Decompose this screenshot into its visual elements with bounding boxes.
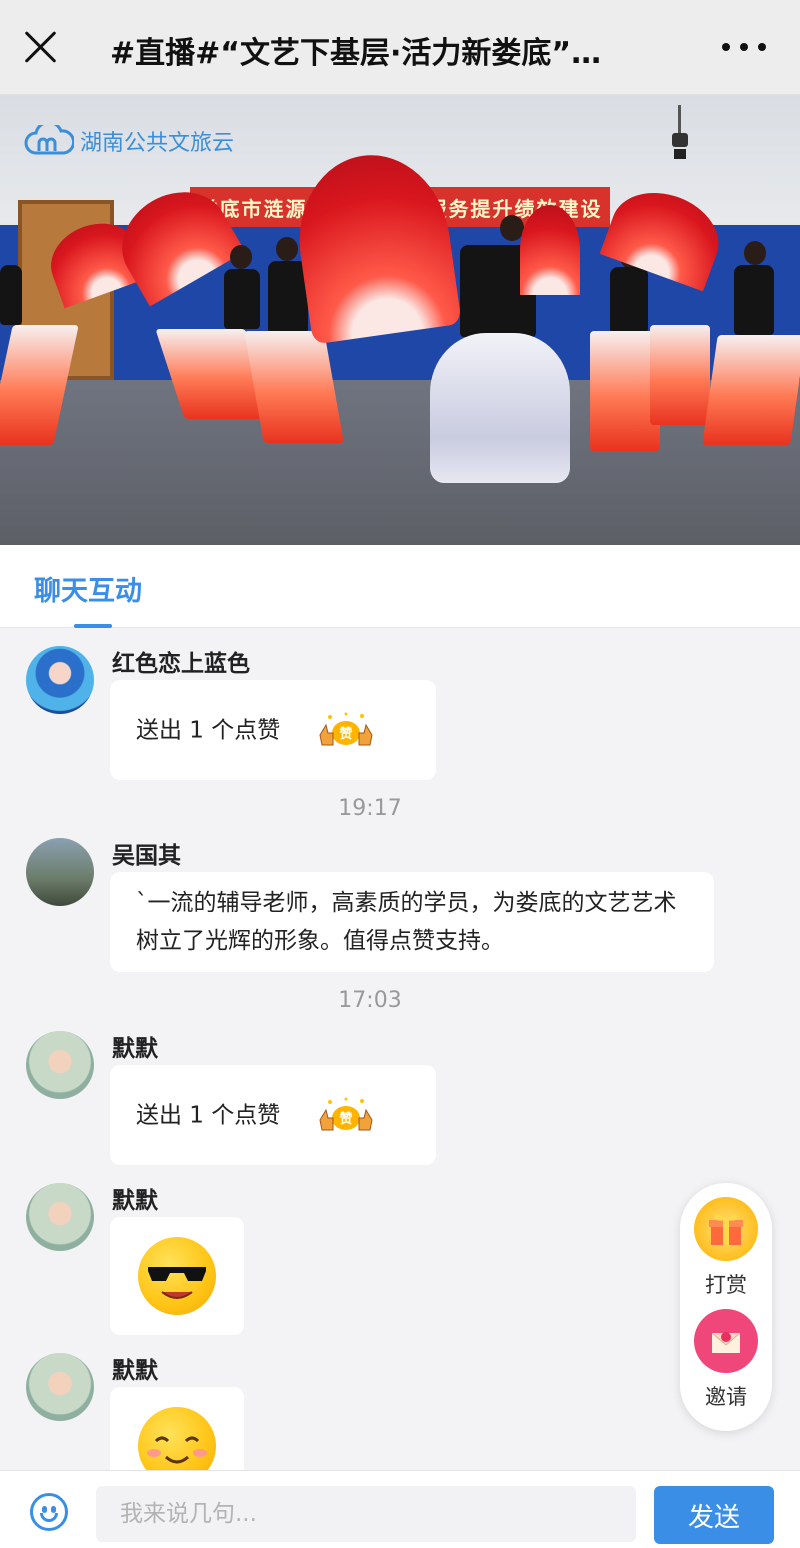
send-button[interactable]: 发送 [654, 1486, 774, 1544]
cool-sunglasses-emoji-icon [138, 1237, 216, 1315]
emoji-bubble [110, 1217, 244, 1335]
invite-button[interactable]: 邀请 [694, 1309, 758, 1411]
thumbs-up-like-icon: 赞 [319, 1097, 373, 1131]
tab-chat-interaction[interactable]: 聊天互动 [34, 569, 142, 608]
nickname: 红色恋上蓝色 [112, 651, 250, 677]
smile-emoji-icon [138, 1407, 216, 1470]
nickname: 默默 [112, 1358, 158, 1384]
avatar[interactable] [26, 646, 94, 714]
timestamp: 17:03 [338, 988, 402, 1013]
tab-bar: 聊天互动 [0, 545, 800, 628]
reward-label: 打赏 [705, 1273, 747, 1297]
nickname: 吴国其 [112, 843, 181, 869]
floating-actions: 打赏 邀请 [680, 1183, 772, 1431]
like-bubble: 送出 1 个点赞 赞 [110, 680, 436, 780]
gift-icon [694, 1197, 758, 1261]
avatar[interactable] [26, 838, 94, 906]
live-video-player[interactable]: 娄底市涟源市 艺术普及服务提升绩效建设 湖南公共文旅云 [0, 95, 800, 545]
title-bar: #直播#“文艺下基层·活力新娄底”… [0, 0, 800, 95]
like-bubble: 送出 1 个点赞 赞 [110, 1065, 436, 1165]
cloud-logo-icon [24, 125, 74, 155]
invite-envelope-icon [694, 1309, 758, 1373]
page-title: #直播#“文艺下基层·活力新娄底”… [110, 36, 602, 71]
reward-button[interactable]: 打赏 [694, 1197, 758, 1299]
thumbs-up-like-icon: 赞 [319, 712, 373, 746]
timestamp: 19:17 [338, 796, 402, 821]
avatar[interactable] [26, 1031, 94, 1099]
svg-text:赞: 赞 [338, 1111, 352, 1127]
security-camera-icon [672, 105, 688, 159]
avatar[interactable] [26, 1353, 94, 1421]
nickname: 默默 [112, 1188, 158, 1214]
text-bubble: `一流的辅导老师，高素质的学员，为娄底的文艺艺术树立了光辉的形象。值得点赞支持。 [110, 872, 714, 972]
message-input[interactable] [96, 1486, 636, 1542]
brand-name: 湖南公共文旅云 [80, 131, 235, 156]
svg-text:赞: 赞 [338, 726, 352, 742]
like-text: 送出 1 个点赞 [136, 717, 281, 744]
message-input-bar: 发送 [0, 1470, 800, 1548]
avatar[interactable] [26, 1183, 94, 1251]
like-text: 送出 1 个点赞 [136, 1102, 281, 1129]
invite-label: 邀请 [705, 1385, 747, 1409]
emoji-bubble [110, 1387, 244, 1470]
more-icon[interactable] [722, 40, 766, 54]
close-icon[interactable] [22, 28, 60, 66]
nickname: 默默 [112, 1036, 158, 1062]
emoji-picker-icon[interactable] [30, 1493, 68, 1531]
brand-watermark: 湖南公共文旅云 [24, 125, 234, 157]
